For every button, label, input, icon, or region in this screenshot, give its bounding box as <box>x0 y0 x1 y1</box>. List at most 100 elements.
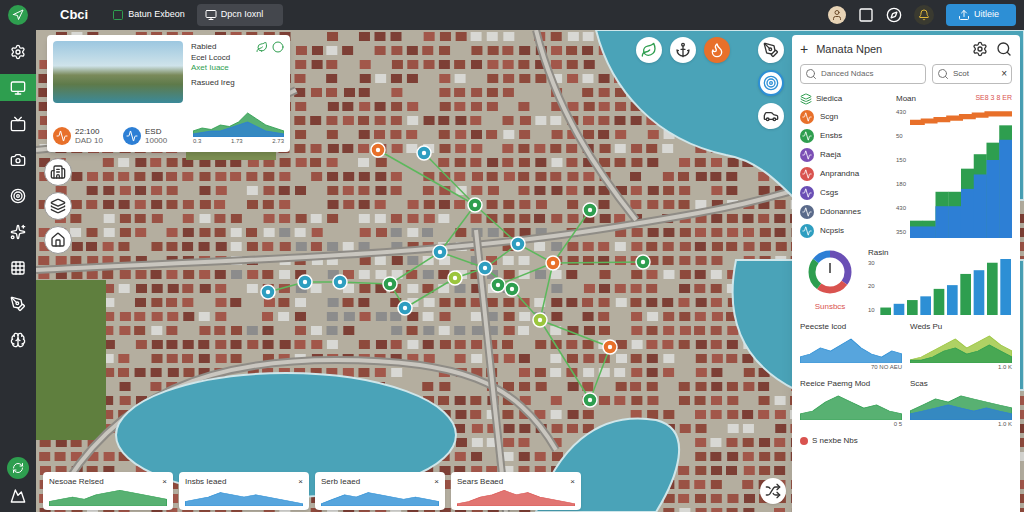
refresh-button[interactable] <box>7 457 29 479</box>
sidebar-item[interactable] <box>0 218 36 245</box>
compass-icon[interactable] <box>886 7 902 23</box>
building <box>456 32 467 41</box>
sidebar-item[interactable] <box>0 290 36 317</box>
building <box>600 144 611 153</box>
building <box>407 60 418 69</box>
building <box>407 46 418 55</box>
top-bar: CbciBatun ExbeonDpcn IoxnlUitleie <box>0 0 1024 30</box>
map-pin[interactable] <box>511 237 525 251</box>
building <box>279 200 290 209</box>
building <box>374 32 385 41</box>
building <box>440 340 451 349</box>
building <box>598 256 609 265</box>
building <box>295 228 306 237</box>
building <box>135 158 146 167</box>
sidebar-item[interactable] <box>0 182 36 209</box>
building <box>167 186 178 195</box>
building <box>711 214 722 223</box>
building <box>264 214 275 223</box>
building <box>631 396 642 405</box>
sidebar-item[interactable] <box>0 254 36 281</box>
building <box>566 158 577 167</box>
building <box>262 312 273 321</box>
building <box>455 354 466 363</box>
building <box>134 172 145 181</box>
card-subtitle: Ecel Lcocd <box>191 53 284 63</box>
building <box>406 270 417 279</box>
sparkles-icon <box>10 224 26 240</box>
building <box>216 354 227 363</box>
building <box>663 270 674 279</box>
map-pin[interactable] <box>417 146 431 160</box>
building <box>391 88 402 97</box>
map-pin[interactable] <box>298 275 312 289</box>
building <box>214 214 225 223</box>
building <box>360 228 371 237</box>
map-pin[interactable] <box>468 198 482 212</box>
map-pin[interactable] <box>491 278 505 292</box>
map-pin[interactable] <box>398 301 412 315</box>
sidebar-item[interactable] <box>0 38 36 65</box>
leaf-icon[interactable] <box>256 41 268 53</box>
building <box>583 410 594 419</box>
building <box>774 466 785 475</box>
building <box>199 326 210 335</box>
building <box>728 424 739 433</box>
building <box>120 270 131 279</box>
building <box>584 186 595 195</box>
building <box>135 200 146 209</box>
building <box>135 228 146 237</box>
pen-icon <box>10 296 26 312</box>
building <box>567 242 578 251</box>
map-pin[interactable] <box>505 282 519 296</box>
building <box>599 270 610 279</box>
map-pin[interactable] <box>261 285 275 299</box>
map-pin[interactable] <box>478 261 492 275</box>
map-pin[interactable] <box>433 245 447 259</box>
building <box>375 116 386 125</box>
info-card[interactable]: RabiedEcel LcocdAxet IuaceRasued Ireg22:… <box>47 35 290 152</box>
map-pin[interactable] <box>583 393 597 407</box>
map-pin[interactable] <box>383 277 397 291</box>
map-pin[interactable] <box>333 275 347 289</box>
building <box>358 368 369 377</box>
map-pin[interactable] <box>636 255 650 269</box>
home-button[interactable] <box>8 5 28 25</box>
building <box>774 452 785 461</box>
upload-button[interactable]: Uitleie <box>946 4 1016 26</box>
building <box>711 298 722 307</box>
map-pin[interactable] <box>371 143 385 157</box>
building <box>584 284 595 293</box>
building <box>551 186 562 195</box>
building <box>182 284 193 293</box>
sidebar-item[interactable] <box>0 74 36 101</box>
building <box>182 298 193 307</box>
building <box>536 382 547 391</box>
sidebar-item[interactable] <box>0 146 36 173</box>
building <box>598 312 609 321</box>
map-area[interactable]: RabiedEcel LcocdAxet IuaceRasued Ireg22:… <box>36 30 1024 512</box>
building <box>231 340 242 349</box>
building <box>438 214 449 223</box>
map-pin[interactable] <box>533 313 547 327</box>
map-pin[interactable] <box>448 271 462 285</box>
circle-icon[interactable] <box>272 41 284 53</box>
building <box>327 242 338 251</box>
building <box>518 102 529 111</box>
sidebar-item[interactable] <box>0 110 36 137</box>
brain-icon <box>10 332 26 348</box>
avatar[interactable] <box>828 6 846 24</box>
window-icon[interactable] <box>858 7 874 23</box>
map-pin[interactable] <box>603 340 617 354</box>
building <box>136 340 147 349</box>
building <box>199 228 210 237</box>
building <box>630 298 641 307</box>
route-line <box>390 252 440 284</box>
map-pin[interactable] <box>546 256 560 270</box>
sidebar-item[interactable] <box>0 326 36 353</box>
building <box>614 396 625 405</box>
notification-button[interactable] <box>914 5 934 25</box>
map-pin[interactable] <box>583 203 597 217</box>
mountain-icon[interactable] <box>10 488 26 504</box>
tab[interactable]: Dpcn Ioxnl <box>197 4 283 26</box>
